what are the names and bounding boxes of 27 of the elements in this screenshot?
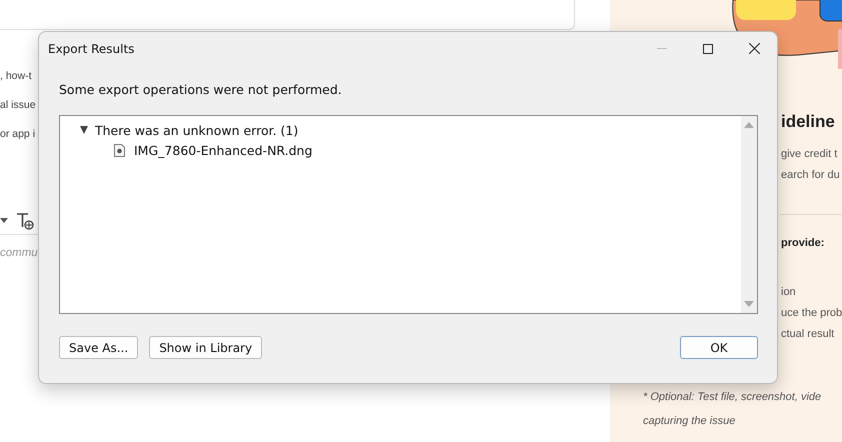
dialog-title: Export Results xyxy=(48,42,136,56)
text-format-icon[interactable] xyxy=(16,212,34,230)
guidelines-text: earch for du xyxy=(781,168,840,183)
body-text: al issue xyxy=(0,98,36,113)
dialog-button[interactable]: OK xyxy=(680,336,758,359)
error-group-label[interactable]: There was an unknown error. (1) xyxy=(95,122,298,138)
optional-note: capturing the issue xyxy=(643,414,736,429)
file-name[interactable]: IMG_7860-Enhanced-NR.dng xyxy=(134,143,312,158)
maximize-icon[interactable] xyxy=(703,44,713,54)
disclosure-triangle-icon[interactable] xyxy=(80,126,88,134)
text-field[interactable] xyxy=(0,0,575,30)
guidelines-heading: ideline xyxy=(781,112,835,132)
caret-icon[interactable] xyxy=(0,218,8,223)
dialog-message: Some export operations were not performed. xyxy=(59,82,343,97)
list-item: uce the prob xyxy=(781,306,842,321)
body-text: or app i xyxy=(0,127,36,142)
dialog-button[interactable]: Show in Library xyxy=(149,336,262,359)
optional-note: * Optional: Test file, screenshot, vide xyxy=(643,390,822,405)
body-text: , how-t xyxy=(0,69,32,84)
dialog-button[interactable]: Save As... xyxy=(59,336,138,359)
scrollbar[interactable] xyxy=(741,116,757,313)
file-icon xyxy=(114,144,125,157)
list-item: ctual result xyxy=(781,327,834,342)
close-icon[interactable] xyxy=(748,43,760,54)
guidelines-text: give credit t xyxy=(781,147,838,162)
provide-heading: provide: xyxy=(781,236,824,251)
list-item: ion xyxy=(781,285,796,300)
